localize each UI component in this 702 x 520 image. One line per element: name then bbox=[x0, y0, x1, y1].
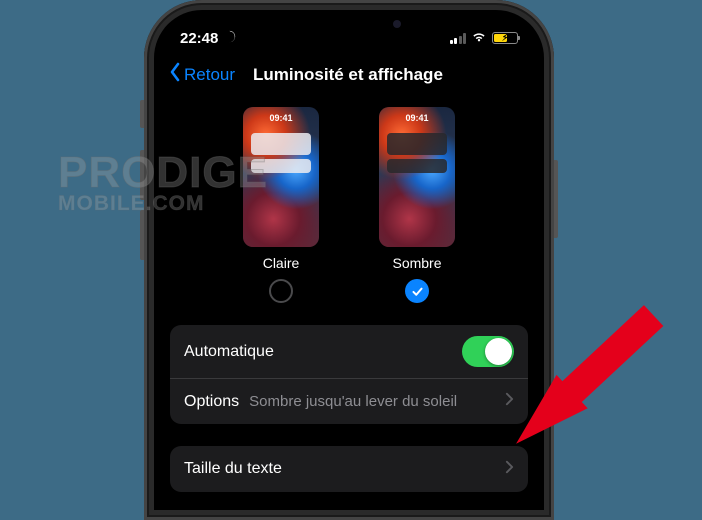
nav-bar: Retour Luminosité et affichage bbox=[154, 54, 544, 97]
appearance-preview-light: 09:41 bbox=[243, 107, 319, 247]
phone-volume-up-button bbox=[140, 150, 144, 200]
appearance-preview-dark: 09:41 bbox=[379, 107, 455, 247]
cellular-signal-icon bbox=[450, 33, 467, 44]
appearance-option-light[interactable]: 09:41 Claire bbox=[243, 107, 319, 303]
preview-time: 09:41 bbox=[379, 113, 455, 123]
phone-volume-down-button bbox=[140, 210, 144, 260]
appearance-selector: 09:41 Claire 09:41 Sombre bbox=[154, 97, 544, 319]
automatic-row: Automatique bbox=[170, 325, 528, 378]
back-button[interactable]: Retour bbox=[168, 62, 235, 87]
phone-side-button bbox=[140, 100, 144, 128]
text-settings-group: Taille du texte bbox=[170, 446, 528, 492]
phone-power-button bbox=[554, 160, 558, 238]
options-value: Sombre jusqu'au lever du soleil bbox=[249, 393, 505, 410]
page-title: Luminosité et affichage bbox=[253, 65, 443, 85]
wifi-icon bbox=[471, 30, 487, 47]
appearance-option-dark[interactable]: 09:41 Sombre bbox=[379, 107, 455, 303]
battery-icon: ⚡︎ bbox=[492, 32, 518, 44]
options-row[interactable]: Options Sombre jusqu'au lever du soleil bbox=[170, 378, 528, 424]
appearance-label-dark: Sombre bbox=[392, 255, 441, 271]
options-label: Options bbox=[184, 393, 239, 411]
text-size-label: Taille du texte bbox=[184, 460, 282, 478]
notch bbox=[269, 10, 429, 38]
charging-icon: ⚡︎ bbox=[502, 33, 508, 44]
radio-unchecked-icon[interactable] bbox=[269, 279, 293, 303]
back-label: Retour bbox=[184, 65, 235, 85]
preview-time: 09:41 bbox=[243, 113, 319, 123]
appearance-settings-group: Automatique Options Sombre jusqu'au leve… bbox=[170, 325, 528, 424]
annotation-arrow-icon bbox=[482, 292, 672, 482]
radio-checked-icon[interactable] bbox=[405, 279, 429, 303]
status-time: 22:48 bbox=[180, 30, 218, 47]
appearance-label-light: Claire bbox=[263, 255, 300, 271]
automatic-label: Automatique bbox=[184, 343, 274, 361]
chevron-left-icon bbox=[168, 62, 182, 87]
do-not-disturb-icon bbox=[222, 29, 237, 48]
text-size-row[interactable]: Taille du texte bbox=[170, 446, 528, 492]
